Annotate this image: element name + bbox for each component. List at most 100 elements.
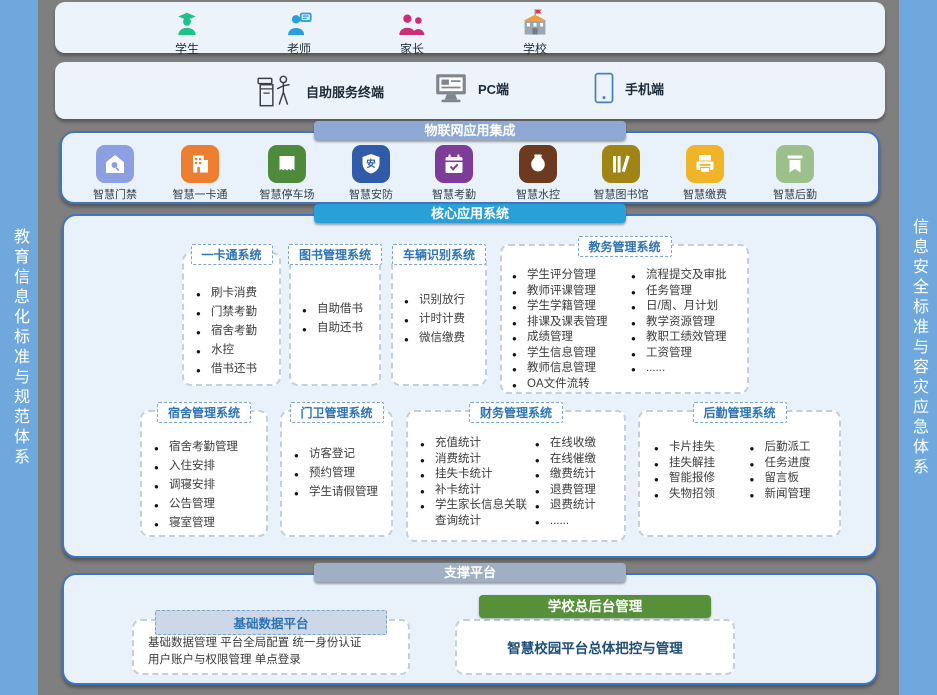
list-item: 学生评分管理 <box>512 268 631 284</box>
school-icon <box>503 8 567 38</box>
list-item: 工资管理 <box>631 346 747 362</box>
list-item: 日/周、月计划 <box>631 299 747 315</box>
list-item: 任务进度 <box>749 456 839 472</box>
list-item: 宿舍考勤 <box>196 322 279 341</box>
iot-attendance: 智慧考勤 <box>418 145 490 202</box>
system-logistics: 后勤管理系统 卡片挂失挂失解挂智能报修失物招领 后勤派工任务进度留言板新闻管理 <box>638 410 841 537</box>
right-standards-label: 信息安全标准与容灾应急体系 <box>906 218 930 478</box>
list-item: 排课及课表管理 <box>512 315 631 331</box>
list-item: 刷卡消费 <box>196 284 279 303</box>
user-student: 学生 <box>155 8 219 57</box>
list-item: 失物招领 <box>654 487 749 503</box>
core-panel: 一卡通系统 刷卡消费门禁考勤宿舍考勤水控借书还书 图书管理系统 自助借书自助还书… <box>62 214 878 558</box>
support-banner: 支撑平台 <box>314 563 626 582</box>
user-parents-label: 家长 <box>380 40 444 57</box>
iot-logistics-label: 智慧后勤 <box>759 186 831 202</box>
system-logistics-col2: 后勤派工任务进度留言板新闻管理 <box>749 440 839 502</box>
terminal-kiosk-label: 自助服务终端 <box>306 82 384 101</box>
library-icon <box>602 145 640 183</box>
terminals-panel: 自助服务终端 PC端 手机端 <box>55 62 885 119</box>
list-item: 新闻管理 <box>749 487 839 503</box>
iot-banner: 物联网应用集成 <box>314 121 626 140</box>
base-platform-line2: 用户账户与权限管理 单点登录 <box>148 652 396 669</box>
list-item: 学生信息管理 <box>512 346 631 362</box>
school-admin-box: 学校总后台管理 智慧校园平台总体把控与管理 <box>455 619 735 675</box>
list-item: 挂失卡统计 <box>420 467 535 483</box>
terminal-mobile-label: 手机端 <box>625 79 664 98</box>
parents-icon <box>380 8 444 38</box>
teacher-icon <box>267 8 331 38</box>
list-item: 缴费统计 <box>535 467 624 483</box>
list-item: 自助还书 <box>302 319 379 338</box>
svg-text:安: 安 <box>366 158 376 170</box>
user-school-label: 学校 <box>503 40 567 57</box>
user-teacher: 老师 <box>267 8 331 57</box>
iot-attendance-label: 智慧考勤 <box>418 186 490 202</box>
left-standards-label: 教育信息化标准与规范体系 <box>7 228 31 468</box>
desktop-icon <box>433 72 469 104</box>
attendance-icon <box>435 145 473 183</box>
list-item: 门禁考勤 <box>196 303 279 322</box>
system-finance: 财务管理系统 充值统计消费统计挂失卡统计补卡统计学生家长信息关联查询统计 在线收… <box>406 410 626 542</box>
list-item: 自助借书 <box>302 300 379 319</box>
left-standards-bar: 教育信息化标准与规范体系 <box>0 0 38 695</box>
system-vehicle-title: 车辆识别系统 <box>392 244 486 265</box>
list-item: 教职工绩效管理 <box>631 330 747 346</box>
iot-water-label: 智慧水控 <box>502 186 574 202</box>
list-item: 教学资源管理 <box>631 315 747 331</box>
list-item: 任务管理 <box>631 284 747 300</box>
list-item: 学生学籍管理 <box>512 299 631 315</box>
payment-icon <box>686 145 724 183</box>
iot-parking: 智慧停车场 <box>251 145 323 202</box>
terminal-pc-label: PC端 <box>478 79 509 98</box>
system-academic-title: 教务管理系统 <box>577 236 671 257</box>
user-student-label: 学生 <box>155 40 219 57</box>
base-data-platform-title: 基础数据平台 <box>155 610 387 635</box>
system-gate-list: 访客登记预约管理学生请假管理 <box>294 445 391 502</box>
system-vehicle-list: 识别放行计时计费微信缴费 <box>404 291 485 348</box>
iot-onecard-label: 智慧一卡通 <box>164 186 236 202</box>
iot-logistics: 智慧后勤 <box>759 145 831 202</box>
parking-icon <box>268 145 306 183</box>
system-logistics-title: 后勤管理系统 <box>692 402 786 423</box>
iot-library: 智慧图书馆 <box>585 145 657 202</box>
security-icon: 安 <box>352 145 390 183</box>
list-item: 公告管理 <box>154 495 266 514</box>
system-onecard: 一卡通系统 刷卡消费门禁考勤宿舍考勤水控借书还书 <box>182 252 281 386</box>
list-item: 水控 <box>196 341 279 360</box>
system-academic: 教务管理系统 学生评分管理教师评课管理学生学籍管理排课及课表管理成绩管理学生信息… <box>500 244 749 394</box>
onecard-icon <box>181 145 219 183</box>
list-item: 教师信息管理 <box>512 361 631 377</box>
list-item: ...... <box>535 514 624 530</box>
list-item: 退费统计 <box>535 498 624 514</box>
list-item: 充值统计 <box>420 436 535 452</box>
school-admin-header: 学校总后台管理 <box>479 595 711 618</box>
list-item: 流程提交及审批 <box>631 268 747 284</box>
diagram-content: 学生 老师 家长 <box>55 0 885 695</box>
phone-icon <box>592 72 616 104</box>
iot-door-access-label: 智慧门禁 <box>79 186 151 202</box>
system-dorm-title: 宿舍管理系统 <box>157 402 251 423</box>
system-gate: 门卫管理系统 访客登记预约管理学生请假管理 <box>280 410 393 537</box>
student-icon <box>155 8 219 38</box>
system-library-title: 图书管理系统 <box>288 244 382 265</box>
system-academic-col2: 流程提交及审批任务管理日/周、月计划教学资源管理教职工绩效管理工资管理.....… <box>631 268 747 392</box>
core-banner: 核心应用系统 <box>314 204 626 223</box>
system-logistics-col1: 卡片挂失挂失解挂智能报修失物招领 <box>654 440 749 502</box>
support-panel: 基础数据平台 基础数据管理 平台全局配置 统一身份认证 用户账户与权限管理 单点… <box>62 573 878 685</box>
list-item: 识别放行 <box>404 291 485 310</box>
list-item: 退费管理 <box>535 483 624 499</box>
list-item: 留言板 <box>749 471 839 487</box>
user-teacher-label: 老师 <box>267 40 331 57</box>
user-parents: 家长 <box>380 8 444 57</box>
list-item: 卡片挂失 <box>654 440 749 456</box>
list-item: 挂失解挂 <box>654 456 749 472</box>
list-item: ...... <box>631 361 747 377</box>
door-access-icon <box>96 145 134 183</box>
logistics-icon <box>776 145 814 183</box>
list-item: 微信缴费 <box>404 329 485 348</box>
water-icon <box>519 145 557 183</box>
list-item: 入住安排 <box>154 457 266 476</box>
list-item: 宿舍考勤管理 <box>154 438 266 457</box>
list-item: 在线收缴 <box>535 436 624 452</box>
